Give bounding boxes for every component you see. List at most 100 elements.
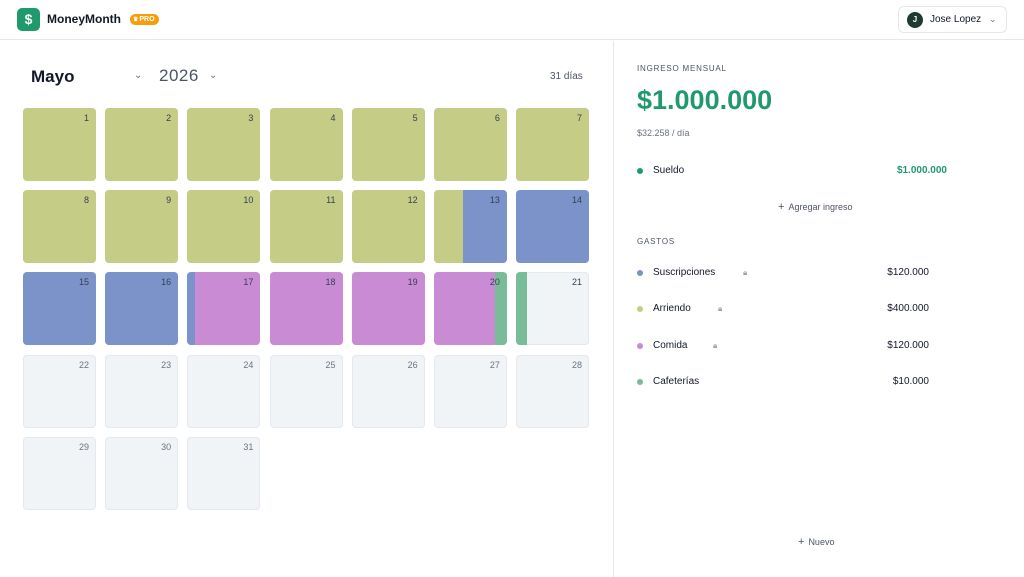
calendar-grid: 1 2 3 4 5 6 7 8 9 10 11 12 13 14 15 16 17 18 19 20 21 22 23 24 2… [23, 108, 591, 512]
expense-item-label: Comida [653, 339, 688, 351]
calendar-day[interactable]: 12 [351, 190, 425, 264]
day-number: 11 [326, 195, 336, 206]
day-number: 9 [166, 195, 172, 206]
expense-item[interactable]: Cafeterías $10.000 [637, 375, 947, 389]
day-number: 29 [78, 441, 89, 452]
calendar-day[interactable]: 10 [187, 190, 261, 264]
lock-icon: 🔒︎ [743, 268, 748, 277]
day-number: 15 [78, 277, 89, 288]
day-number: 6 [494, 113, 500, 123]
expense-item[interactable]: Comida 🔒︎ $120.000 [637, 339, 947, 353]
app-logo-icon: $ [17, 8, 40, 31]
income-per-day: $32.258 / día [637, 128, 690, 138]
add-income-button[interactable]: + Agregar ingreso [778, 201, 852, 213]
expense-item-amount: $120.000 [887, 339, 929, 351]
lock-icon: 🔒︎ [713, 340, 718, 350]
calendar-day[interactable]: 26 [351, 354, 425, 428]
calendar-day[interactable]: 1 [23, 108, 96, 181]
calendar-day[interactable]: 19 [351, 272, 425, 346]
expense-item-label: Cafeterías [653, 375, 700, 387]
calendar-day[interactable]: 8 [23, 190, 96, 264]
calendar-panel: Mayo ⌄ 2026 ⌄ 31 días 1 2 3 4 5 6 7 8 9 10 11 12 13 1… [0, 41, 613, 577]
calendar-day[interactable]: 30 [105, 436, 179, 510]
day-number: 8 [83, 195, 89, 206]
income-item-label: Sueldo [653, 165, 685, 176]
expense-color-dot [637, 342, 643, 349]
calendar-day[interactable]: 11 [269, 190, 343, 264]
budget-panel: INGRESO MENSUAL $1.000.000 $32.258 / día… [614, 41, 1024, 577]
day-number: 28 [572, 359, 583, 370]
day-number: 1 [83, 113, 89, 123]
day-number: 30 [161, 441, 172, 452]
expense-item[interactable]: Arriendo 🔒︎ $400.000 [637, 302, 947, 316]
day-number: 5 [412, 113, 418, 123]
calendar-day[interactable]: 31 [187, 436, 261, 510]
expense-item-amount: $10.000 [892, 375, 929, 387]
day-expense-segment [463, 190, 507, 264]
calendar-day[interactable]: 7 [516, 108, 590, 181]
expense-color-dot [637, 378, 643, 385]
day-number: 22 [78, 359, 89, 370]
day-expense-segment [187, 272, 195, 346]
crown-icon: ♛ [133, 17, 139, 23]
income-item-sueldo[interactable]: Sueldo $1.000.000 [637, 164, 947, 178]
expense-color-dot [637, 306, 643, 313]
calendar-day[interactable]: 22 [23, 354, 96, 428]
day-number: 7 [577, 113, 583, 123]
calendar-day[interactable]: 27 [433, 354, 507, 428]
calendar-day[interactable]: 16 [105, 272, 179, 346]
calendar-day[interactable]: 14 [516, 190, 590, 264]
lock-icon: 🔒︎ [718, 304, 723, 314]
days-count: 31 días [550, 71, 583, 82]
avatar: J [907, 12, 923, 28]
calendar-day[interactable]: 29 [23, 436, 96, 510]
user-name: Jose Lopez [930, 14, 982, 25]
day-number: 26 [407, 359, 418, 370]
day-number: 19 [407, 277, 418, 288]
expense-item-label: Suscripciones [653, 267, 716, 278]
calendar-day[interactable]: 21 [516, 272, 590, 346]
calendar-day[interactable]: 17 [187, 272, 261, 346]
day-number: 31 [243, 441, 254, 452]
income-section-label: INGRESO MENSUAL [637, 64, 727, 73]
expense-item-amount: $120.000 [887, 267, 929, 278]
calendar-day[interactable]: 15 [23, 272, 96, 346]
day-number: 25 [325, 359, 336, 370]
day-number: 16 [161, 277, 172, 288]
day-expense-segment [433, 190, 464, 264]
calendar-day[interactable]: 6 [433, 108, 507, 181]
day-number: 24 [243, 359, 254, 370]
calendar-day[interactable]: 24 [187, 354, 261, 428]
day-number: 3 [248, 113, 254, 123]
calendar-day[interactable]: 9 [105, 190, 179, 264]
day-number: 23 [161, 359, 172, 370]
chevron-down-icon[interactable]: ⌄ [209, 70, 217, 81]
calendar-day[interactable]: 2 [105, 108, 179, 181]
day-number: 21 [572, 277, 583, 288]
calendar-day[interactable]: 5 [351, 108, 425, 181]
day-number: 13 [489, 195, 500, 206]
new-button[interactable]: + Nuevo [798, 536, 834, 548]
new-button-label: Nuevo [808, 537, 835, 547]
year-select[interactable]: 2026 [159, 66, 199, 86]
calendar-day[interactable]: 23 [105, 354, 179, 428]
income-color-dot [637, 168, 643, 174]
pro-badge-label: PRO [139, 16, 155, 23]
user-menu-button[interactable]: J Jose Lopez ⌄ [898, 6, 1007, 33]
calendar-day[interactable]: 20 [433, 272, 507, 346]
calendar-day[interactable]: 25 [269, 354, 343, 428]
calendar-day[interactable]: 3 [187, 108, 261, 181]
month-select[interactable]: Mayo [31, 67, 74, 87]
calendar-day[interactable]: 28 [516, 354, 590, 428]
chevron-down-icon[interactable]: ⌄ [134, 70, 142, 81]
day-expense-segment [433, 272, 496, 346]
calendar-day[interactable]: 18 [269, 272, 343, 346]
calendar-day[interactable]: 4 [269, 108, 343, 181]
calendar-day[interactable]: 13 [433, 190, 507, 264]
income-item-amount: $1.000.000 [896, 165, 947, 176]
plus-icon: + [778, 201, 785, 213]
day-number: 27 [489, 359, 500, 370]
pro-badge: ♛PRO [130, 14, 159, 25]
day-number: 18 [325, 277, 336, 288]
expense-item[interactable]: Suscripciones 🔒︎ $120.000 [637, 266, 947, 280]
